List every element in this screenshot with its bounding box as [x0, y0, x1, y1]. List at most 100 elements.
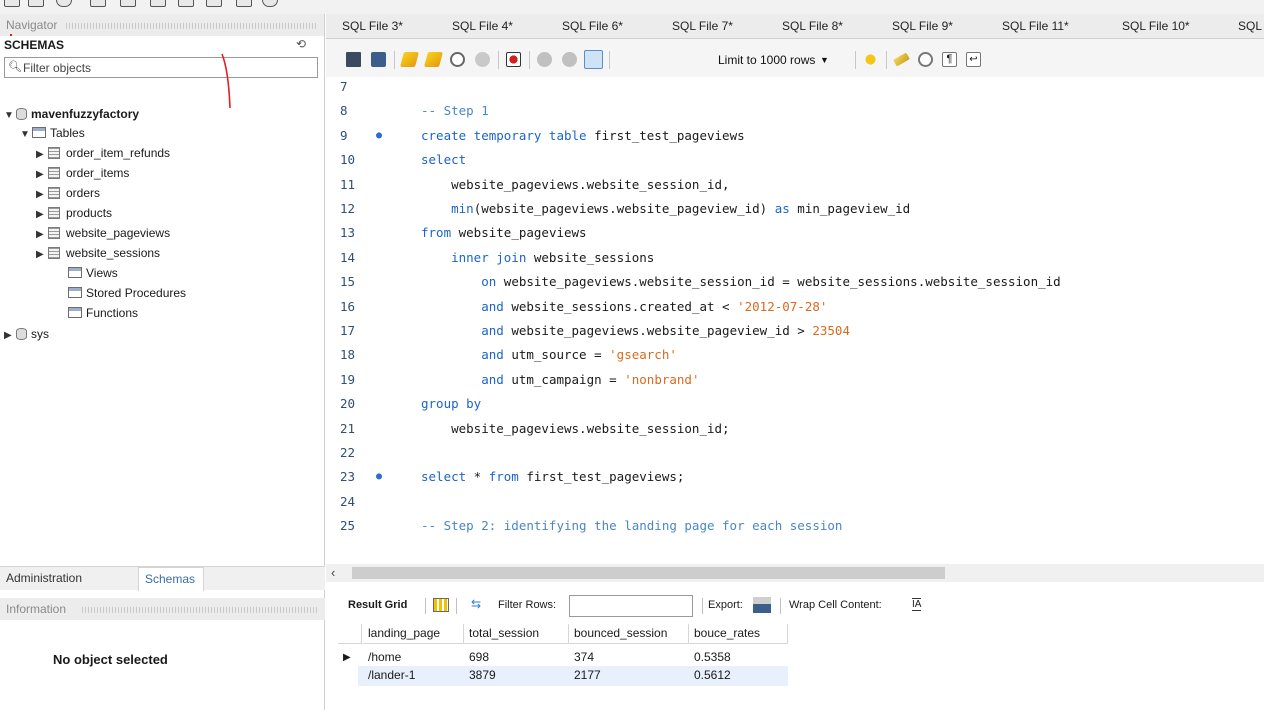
tab-sql-file[interactable]: SQL File 6*	[562, 19, 623, 33]
expanded-arrow-icon[interactable]: ▼	[20, 125, 32, 145]
collapsed-arrow-icon[interactable]: ▶	[36, 165, 48, 185]
tab-sql-file[interactable]: SQL File 8*	[782, 19, 843, 33]
schema-mavenfuzzyfactory[interactable]: ▼ mavenfuzzyfactory	[4, 104, 139, 124]
code-line[interactable]: 12 min(website_pageviews.website_pagevie…	[326, 199, 1264, 219]
grid-cell[interactable]: /home	[363, 648, 464, 668]
grid-cell[interactable]: 2177	[569, 666, 689, 686]
tab-sql-file[interactable]: SQL File 9*	[892, 19, 953, 33]
collapsed-arrow-icon[interactable]: ▶	[36, 225, 48, 245]
code-line[interactable]: 23 ● select * from first_test_pageviews;	[326, 467, 1264, 487]
save-icon[interactable]	[371, 52, 386, 67]
add-snippet-icon[interactable]	[863, 52, 878, 67]
code-line[interactable]: 8 -- Step 1	[326, 101, 1264, 121]
tab-sql-file[interactable]: SQL File 7*	[672, 19, 733, 33]
new-file-icon[interactable]	[4, 0, 20, 7]
invisible-chars-icon[interactable]: ¶	[942, 52, 957, 67]
execute-icon[interactable]	[399, 52, 420, 67]
column-header[interactable]: bounced_session	[569, 624, 689, 644]
explain-icon[interactable]	[450, 52, 465, 67]
column-header[interactable]: total_session	[464, 624, 569, 644]
code-line[interactable]: 18 and utm_source = 'gsearch'	[326, 345, 1264, 365]
table-row[interactable]: /lander-1 3879 2177 0.5612	[358, 666, 788, 686]
code-line[interactable]: 11 website_pageviews.website_session_id,	[326, 175, 1264, 195]
rollback-icon[interactable]	[562, 52, 577, 67]
tab-administration[interactable]: Administration	[6, 571, 82, 585]
table-item[interactable]: ▶ products	[36, 203, 112, 223]
collapsed-arrow-icon[interactable]: ▶	[36, 205, 48, 225]
table-item[interactable]: ▶ order_items	[36, 163, 129, 183]
filter-objects-field[interactable]: 🔍︎	[4, 57, 318, 78]
grid-cell[interactable]: /lander-1	[363, 666, 464, 686]
tab-sql-file[interactable]: SQL File 4*	[452, 19, 513, 33]
grid-cell[interactable]: 0.5358	[689, 648, 788, 668]
code-line[interactable]: 21 website_pageviews.website_session_id;	[326, 419, 1264, 439]
tab-sql-file[interactable]: SQL File 10*	[1122, 19, 1190, 33]
create-view-icon[interactable]	[150, 0, 166, 7]
schema-sys[interactable]: ▶ sys	[4, 324, 49, 344]
table-item[interactable]: ▶ website_pageviews	[36, 223, 170, 243]
code-line[interactable]: 22	[326, 443, 1264, 463]
create-table-icon[interactable]	[120, 0, 136, 7]
autocommit-toggle-icon[interactable]	[584, 50, 603, 69]
find-icon[interactable]	[918, 52, 933, 67]
grid-view-icon[interactable]	[433, 598, 449, 612]
code-line[interactable]: 20 group by	[326, 394, 1264, 414]
code-line[interactable]: 17 and website_pageviews.website_pagevie…	[326, 321, 1264, 341]
table-item[interactable]: ▶ website_sessions	[36, 243, 160, 263]
column-header[interactable]: landing_page	[363, 624, 464, 644]
table-row[interactable]: ▶ /home 698 374 0.5358	[338, 648, 788, 668]
code-line[interactable]: 13 from website_pageviews	[326, 223, 1264, 243]
create-schema-icon[interactable]	[90, 0, 106, 7]
stored-procedures-folder[interactable]: Stored Procedures	[68, 283, 186, 303]
horizontal-scrollbar[interactable]: ‹	[326, 564, 1264, 582]
collapsed-arrow-icon[interactable]: ▶	[36, 185, 48, 205]
code-line[interactable]: 16 and website_sessions.created_at < '20…	[326, 297, 1264, 317]
tab-sql-file[interactable]: SQL File 3*	[342, 19, 403, 33]
collapsed-arrow-icon[interactable]: ▶	[36, 245, 48, 265]
stop-icon[interactable]	[475, 52, 490, 67]
grid-cell[interactable]: 3879	[464, 666, 569, 686]
create-function-icon[interactable]	[206, 0, 222, 7]
code-line[interactable]: 19 and utm_campaign = 'nonbrand'	[326, 370, 1264, 390]
beautify-icon[interactable]	[893, 52, 910, 67]
grid-cell[interactable]: 374	[569, 648, 689, 668]
limit-rows-select[interactable]: Limit to 1000 rows ▼	[718, 51, 829, 69]
code-line[interactable]: 10 select	[326, 150, 1264, 170]
tab-sql-file[interactable]: SQL File 11*	[1002, 19, 1069, 33]
code-line[interactable]: 24	[326, 492, 1264, 512]
code-line[interactable]: 25 -- Step 2: identifying the landing pag…	[326, 516, 1264, 536]
execute-current-icon[interactable]	[423, 52, 444, 67]
export-icon[interactable]	[753, 597, 771, 613]
refresh-icon[interactable]: ⟲	[296, 37, 306, 51]
views-folder[interactable]: Views	[68, 263, 118, 283]
filter-objects-input[interactable]	[23, 59, 313, 76]
refresh-results-icon[interactable]: ⇆	[471, 597, 481, 611]
code-line[interactable]: 15 on website_pageviews.website_session_…	[326, 272, 1264, 292]
reconnect-icon[interactable]	[262, 0, 278, 7]
result-grid-label[interactable]: Result Grid	[348, 599, 407, 611]
scrollbar-thumb[interactable]	[352, 567, 945, 579]
info-icon[interactable]	[56, 0, 72, 7]
wrap-cell-icon[interactable]: IA	[912, 598, 922, 611]
code-line[interactable]: 14 inner join website_sessions	[326, 248, 1264, 268]
toggle-error-icon[interactable]	[506, 52, 521, 67]
search-table-icon[interactable]	[236, 0, 252, 7]
column-header[interactable]: bouce_rates	[689, 624, 788, 644]
grid-cell[interactable]: 698	[464, 648, 569, 668]
collapsed-arrow-icon[interactable]: ▶	[36, 145, 48, 165]
filter-rows-input[interactable]	[569, 595, 693, 617]
table-item[interactable]: ▶ orders	[36, 183, 100, 203]
create-procedure-icon[interactable]	[178, 0, 194, 7]
commit-icon[interactable]	[537, 52, 552, 67]
wrap-lines-icon[interactable]: ↩	[966, 52, 981, 67]
tab-sql-file[interactable]: SQL	[1238, 19, 1262, 33]
tab-schemas[interactable]: Schemas	[138, 567, 205, 591]
functions-folder[interactable]: Functions	[68, 303, 138, 323]
expanded-arrow-icon[interactable]: ▼	[4, 106, 16, 126]
code-line[interactable]: 7	[326, 77, 1264, 97]
open-folder-icon[interactable]	[346, 52, 361, 67]
sql-code-editor[interactable]: 7 8 -- Step 1 9 ● create temporary table firs…	[326, 77, 1264, 564]
tables-folder[interactable]: ▼ Tables	[20, 123, 85, 143]
collapsed-arrow-icon[interactable]: ▶	[4, 326, 16, 346]
grid-cell[interactable]: 0.5612	[689, 666, 788, 686]
